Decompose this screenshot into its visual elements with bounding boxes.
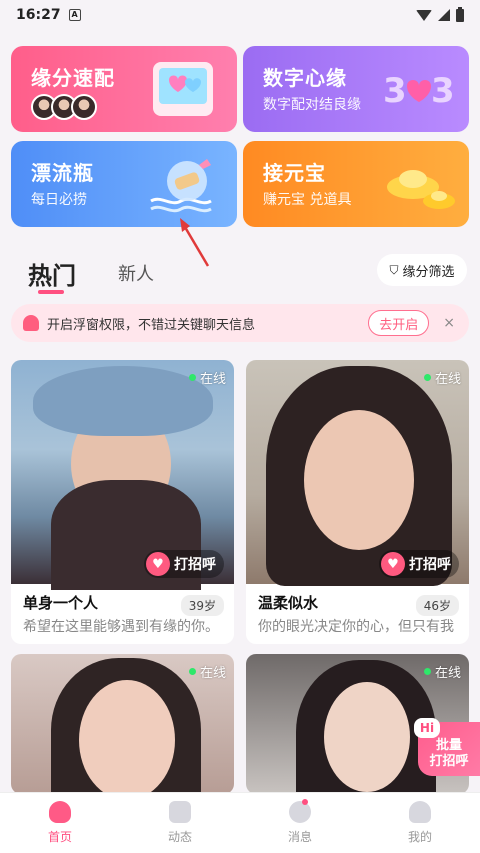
- greet-button[interactable]: ♥ 打招呼: [379, 550, 459, 578]
- card-title: 接元宝: [263, 161, 326, 185]
- face-shape: [79, 680, 175, 794]
- enable-button[interactable]: 去开启: [368, 310, 430, 336]
- svg-text:3: 3: [431, 71, 455, 111]
- status-icons: [416, 6, 464, 22]
- profile-card[interactable]: 在线: [11, 654, 234, 794]
- profile-card[interactable]: 在线 ♥ 打招呼 温柔似水 46岁 你的眼光决定你的心，但只有我: [246, 360, 469, 644]
- card-subtitle: 每日必捞: [31, 192, 87, 208]
- bottle-icon: [150, 159, 212, 213]
- battery-icon: [456, 6, 464, 22]
- batch-greet-button[interactable]: Hi 批量 打招呼: [414, 718, 480, 776]
- filter-icon: ⛉: [389, 262, 399, 277]
- tab-hot[interactable]: 热门: [28, 256, 76, 291]
- profile-bio: 你的眼光决定你的心，但只有我: [258, 619, 454, 635]
- profile-age: 39岁: [180, 595, 224, 616]
- batch-line2: 打招呼: [429, 754, 469, 769]
- nav-home[interactable]: 首页: [30, 801, 90, 845]
- profile-icon: [409, 801, 431, 823]
- greet-label: 打招呼: [409, 557, 451, 573]
- moments-icon: [169, 801, 191, 823]
- card-subtitle: 赚元宝 兑道具: [263, 192, 352, 208]
- profile-bio: 希望在这里能够遇到有缘的你。: [23, 619, 219, 635]
- nav-messages[interactable]: 消息: [270, 801, 330, 845]
- online-status: 在线: [423, 368, 461, 387]
- avatar: [71, 94, 97, 120]
- online-status: 在线: [423, 662, 461, 681]
- card-title: 漂流瓶: [31, 161, 94, 185]
- bottom-nav: 首页 动态 消息 我的: [0, 792, 480, 853]
- nav-moments[interactable]: 动态: [150, 801, 210, 845]
- profile-card[interactable]: 在线 ♥ 打招呼 单身一个人 39岁 希望在这里能够遇到有缘的你。: [11, 360, 234, 644]
- profile-age: 46岁: [415, 595, 459, 616]
- profile-name: 温柔似水: [258, 594, 319, 612]
- status-bar: 16:27 A: [0, 0, 480, 30]
- card-subtitle: 数字配对结良缘: [263, 97, 361, 113]
- nav-label: 首页: [47, 830, 72, 844]
- nav-profile[interactable]: 我的: [390, 801, 450, 845]
- online-status: 在线: [188, 368, 226, 387]
- feed-tabs: 热门 新人 ⛉ 缘分筛选: [0, 248, 480, 298]
- wifi-icon: [416, 9, 432, 21]
- message-icon: [289, 801, 311, 823]
- greet-button[interactable]: ♥ 打招呼: [144, 550, 224, 578]
- hi-badge: Hi: [414, 718, 440, 738]
- heart-icon: ♥: [146, 552, 170, 576]
- profile-name: 单身一个人: [23, 594, 99, 612]
- home-icon: [49, 801, 71, 823]
- gold-ingot-icon: [387, 170, 455, 209]
- hat-shape: [33, 366, 213, 436]
- batch-line1: 批量: [435, 738, 462, 753]
- permission-notice: 开启浮窗权限，不错过关键聊天信息 去开启 ×: [11, 304, 469, 342]
- filter-label: 缘分筛选: [402, 264, 455, 280]
- close-icon[interactable]: ×: [443, 315, 455, 331]
- status-time: 16:27: [16, 7, 61, 23]
- greet-label: 打招呼: [174, 557, 216, 573]
- bell-icon: [23, 315, 39, 331]
- card-title: 缘分速配: [31, 66, 115, 90]
- face-shape: [324, 682, 410, 792]
- face-shape: [304, 410, 414, 550]
- card-title: 数字心缘: [263, 66, 347, 90]
- avatar-group: [31, 94, 97, 120]
- notice-text: 开启浮窗权限，不错过关键聊天信息: [47, 317, 256, 333]
- card-number-match[interactable]: 数字心缘 数字配对结良缘 3 3: [243, 46, 469, 132]
- online-status: 在线: [188, 662, 226, 681]
- nav-label: 我的: [407, 830, 432, 844]
- svg-text:3: 3: [383, 71, 407, 111]
- filter-button[interactable]: ⛉ 缘分筛选: [377, 254, 467, 286]
- heart-icon: ♥: [381, 552, 405, 576]
- signal-icon: [438, 9, 450, 21]
- card-quick-match[interactable]: 缘分速配: [11, 46, 237, 132]
- hearts-photo-icon: [153, 62, 213, 116]
- nav-label: 消息: [287, 830, 312, 844]
- card-drift-bottle[interactable]: 漂流瓶 每日必捞: [11, 141, 237, 227]
- tab-new[interactable]: 新人: [118, 260, 154, 286]
- tab-indicator: [38, 290, 64, 294]
- card-gold-ingot[interactable]: 接元宝 赚元宝 兑道具: [243, 141, 469, 227]
- unread-dot: [302, 799, 308, 805]
- number-heart-icon: 3 3: [383, 71, 455, 111]
- nav-label: 动态: [167, 830, 192, 844]
- notification-icon: A: [68, 9, 81, 21]
